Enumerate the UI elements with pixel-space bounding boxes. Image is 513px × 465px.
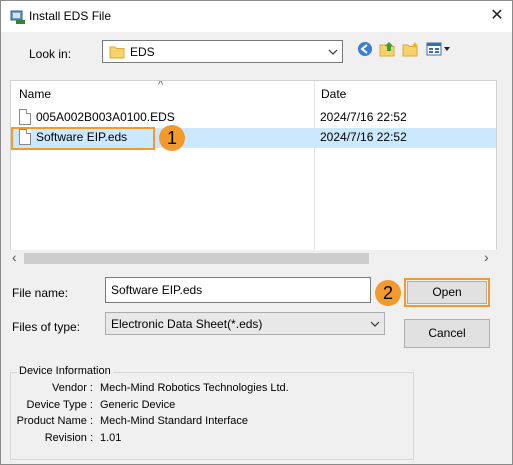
product-name-value: Mech-Mind Standard Interface xyxy=(100,415,248,427)
column-header-date[interactable]: Date xyxy=(321,87,346,101)
vendor-value: Mech-Mind Robotics Technologies Ltd. xyxy=(100,382,289,394)
cancel-button[interactable]: Cancel xyxy=(404,319,490,348)
step-badge-1: 1 xyxy=(159,125,185,151)
highlight-selected-file xyxy=(11,127,155,150)
file-list: ^ Name Date 005A002B003A0100.EDS 2024/7/… xyxy=(10,80,497,267)
file-name: 005A002B003A0100.EDS xyxy=(36,110,175,124)
back-icon[interactable] xyxy=(357,41,373,60)
column-divider[interactable] xyxy=(314,81,315,251)
file-name-input[interactable]: Software EIP.eds xyxy=(105,277,371,303)
revision-key: Revision : xyxy=(44,432,93,444)
open-button[interactable]: Open xyxy=(407,281,487,304)
vendor-key: Vendor : xyxy=(52,382,93,394)
sort-indicator: ^ xyxy=(158,80,164,91)
device-type-value: Generic Device xyxy=(100,399,176,411)
column-header-name[interactable]: Name xyxy=(19,87,51,101)
look-in-value: EDS xyxy=(130,45,155,59)
file-name-value: Software EIP.eds xyxy=(111,283,203,297)
chevron-down-icon xyxy=(370,313,380,334)
close-button[interactable]: ✕ xyxy=(486,5,508,27)
scroll-right-icon[interactable]: › xyxy=(484,249,489,265)
scrollbar-thumb[interactable] xyxy=(24,253,369,264)
file-type-value: Electronic Data Sheet(*.eds) xyxy=(111,316,263,331)
device-information-title: Device Information xyxy=(17,365,113,377)
file-row[interactable]: 005A002B003A0100.EDS 2024/7/16 22:52 xyxy=(11,108,496,128)
folder-icon xyxy=(109,45,125,62)
new-folder-icon[interactable] xyxy=(402,41,420,60)
file-type-label: Files of type: xyxy=(12,320,81,334)
window-title: Install EDS File xyxy=(29,9,112,23)
product-name-key: Product Name : xyxy=(16,415,93,427)
file-type-select[interactable]: Electronic Data Sheet(*.eds) xyxy=(105,312,385,335)
look-in-combo[interactable]: EDS xyxy=(102,40,343,63)
up-folder-icon[interactable] xyxy=(379,41,397,60)
title-bar: Install EDS File ✕ xyxy=(1,1,512,32)
chevron-down-icon xyxy=(328,41,338,62)
file-name-label: File name: xyxy=(12,286,69,300)
device-type-key: Device Type : xyxy=(26,399,93,411)
look-in-label: Look in: xyxy=(29,47,72,61)
scroll-left-icon[interactable]: ‹ xyxy=(12,249,17,265)
file-date: 2024/7/16 22:52 xyxy=(320,130,407,144)
file-icon xyxy=(19,109,31,125)
install-eds-dialog: Install EDS File ✕ Look in: EDS ^ Name D… xyxy=(0,0,513,465)
open-button-label: Open xyxy=(432,285,462,299)
step-badge-2: 2 xyxy=(375,280,401,306)
file-date: 2024/7/16 22:52 xyxy=(320,110,407,124)
revision-value: 1.01 xyxy=(100,432,122,444)
horizontal-scrollbar[interactable]: ‹ › xyxy=(10,249,497,267)
view-menu-icon[interactable] xyxy=(426,41,452,60)
app-icon xyxy=(10,9,26,28)
cancel-button-label: Cancel xyxy=(428,326,466,340)
